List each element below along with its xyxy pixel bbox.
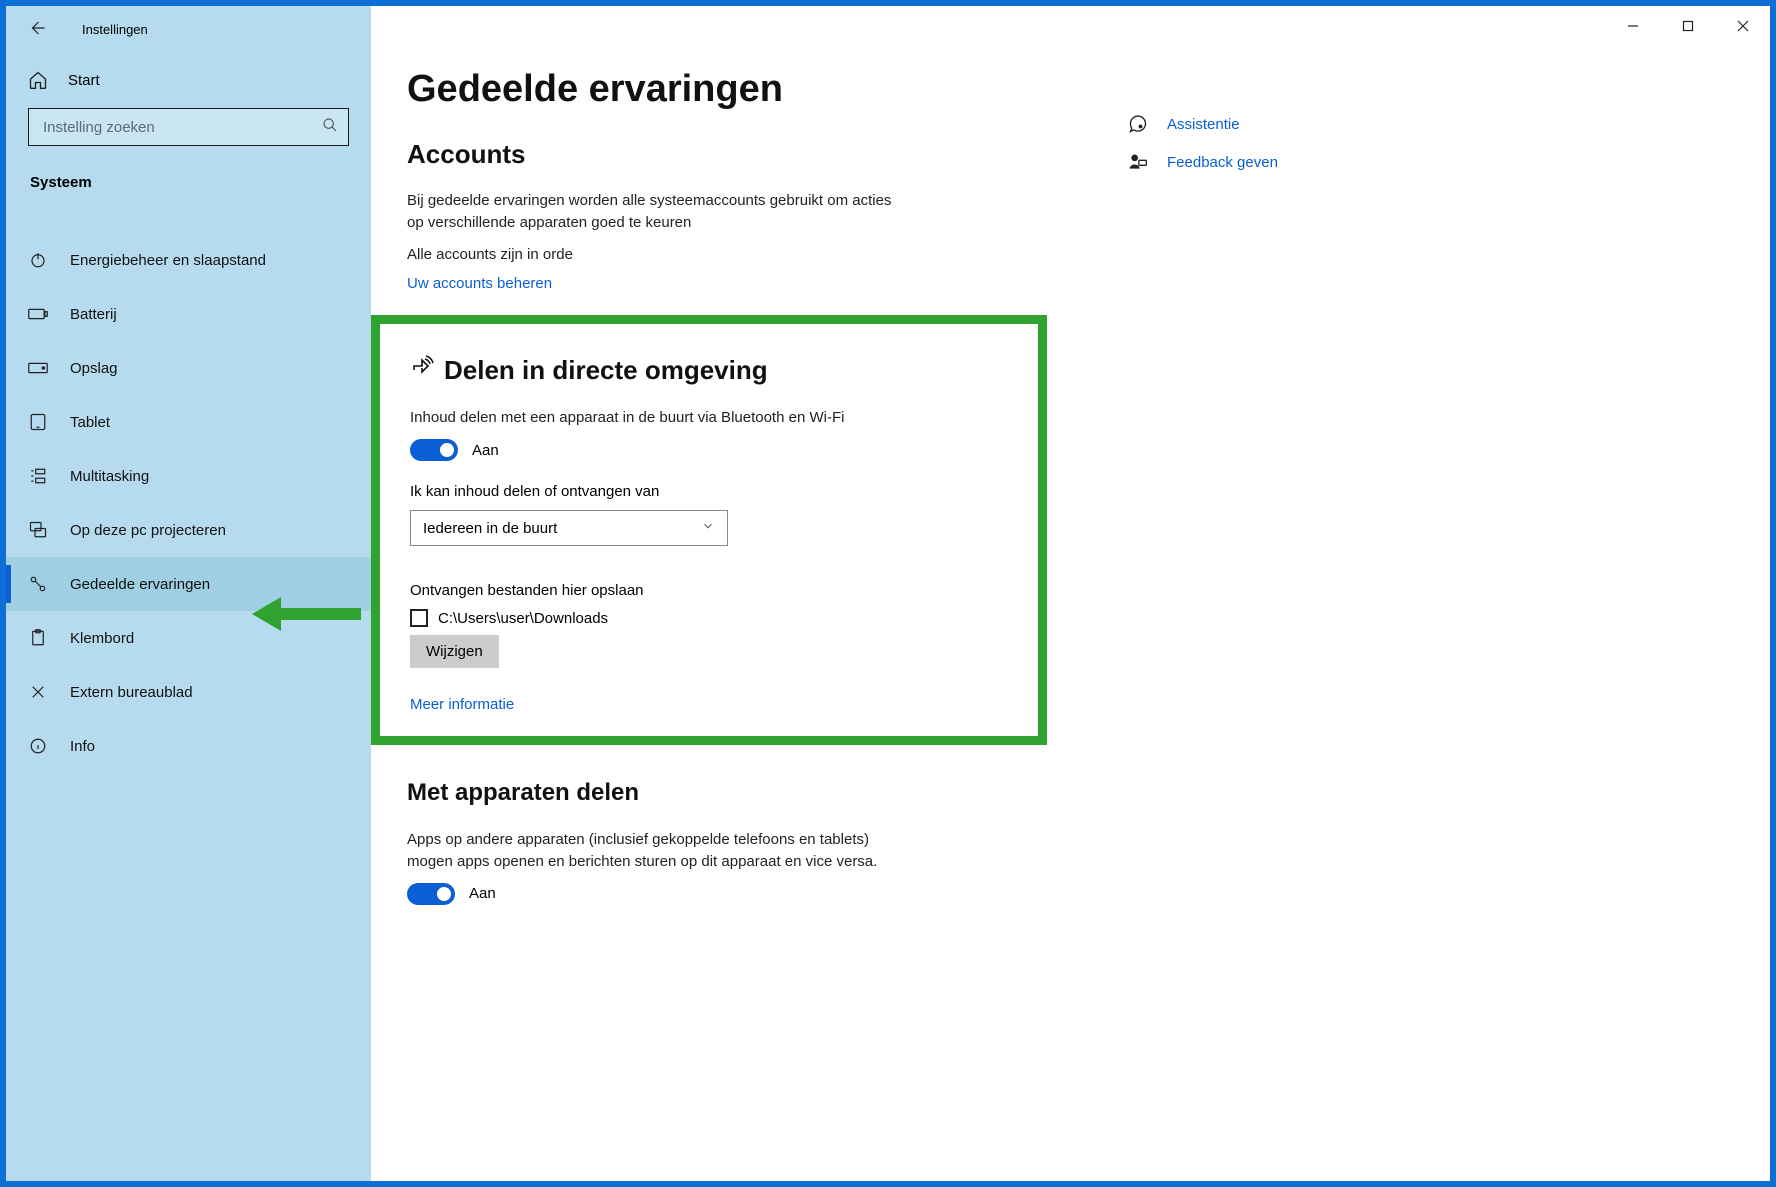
search-container	[6, 104, 371, 154]
across-heading: Met apparaten delen	[407, 779, 1027, 807]
sidebar-header: Instellingen	[6, 6, 371, 52]
nearby-heading-text: Delen in directe omgeving	[444, 355, 768, 386]
close-button[interactable]	[1715, 6, 1770, 46]
sidebar-item-label: Tablet	[70, 414, 110, 431]
sidebar-item-tablet[interactable]: Tablet	[6, 395, 371, 449]
sidebar-item-remote[interactable]: Extern bureaublad	[6, 665, 371, 719]
accounts-ok: Alle accounts zijn in orde	[407, 244, 907, 266]
sidebar-section-label: Systeem	[6, 154, 371, 201]
sidebar-home[interactable]: Start	[6, 52, 371, 104]
sidebar-item-label: Opslag	[70, 360, 118, 377]
titlebar-controls	[1605, 6, 1770, 46]
save-to-path: C:\Users\user\Downloads	[438, 610, 608, 627]
nearby-toggle-row: Aan	[410, 439, 1008, 461]
page-title: Gedeelde ervaringen	[407, 68, 1027, 111]
sidebar-item-shared[interactable]: Gedeelde ervaringen	[6, 557, 371, 611]
remote-icon	[28, 683, 48, 701]
clipboard-icon	[28, 629, 48, 647]
window-title: Instellingen	[82, 22, 148, 37]
across-toggle-state: Aan	[469, 885, 496, 902]
sidebar: Instellingen Start Systeem ⠀ E	[6, 6, 371, 1181]
share-from-label: Ik kan inhoud delen of ontvangen van	[410, 483, 1008, 500]
accounts-desc: Bij gedeelde ervaringen worden alle syst…	[407, 190, 907, 234]
help-column: Assistentie Feedback geven	[1127, 68, 1387, 190]
sidebar-item-label: Op deze pc projecteren	[70, 522, 226, 539]
sidebar-item-label: Extern bureaublad	[70, 684, 193, 701]
sidebar-item-label: Energiebeheer en slaapstand	[70, 252, 266, 269]
sidebar-item-label: Multitasking	[70, 468, 149, 485]
sidebar-item-multitasking[interactable]: Multitasking	[6, 449, 371, 503]
feedback-link[interactable]: Feedback geven	[1127, 152, 1387, 172]
nearby-sharing-panel: Delen in directe omgeving Inhoud delen m…	[371, 315, 1047, 745]
help-link[interactable]: Assistentie	[1127, 114, 1387, 134]
across-toggle-row: Aan	[407, 883, 1027, 905]
back-icon[interactable]	[28, 19, 46, 40]
sidebar-home-label: Start	[68, 72, 100, 89]
feedback-text: Feedback geven	[1167, 154, 1278, 171]
maximize-button[interactable]	[1660, 6, 1715, 46]
project-icon	[28, 521, 48, 539]
main-content: Gedeelde ervaringen Accounts Bij gedeeld…	[371, 6, 1770, 1181]
save-to-path-row: C:\Users\user\Downloads	[410, 609, 1008, 627]
nearby-toggle[interactable]	[410, 439, 458, 461]
sidebar-item-info[interactable]: Info	[6, 719, 371, 773]
nearby-heading: Delen in directe omgeving	[410, 354, 1008, 387]
battery-icon	[28, 307, 48, 321]
sidebar-item-label: Klembord	[70, 630, 134, 647]
across-desc: Apps op andere apparaten (inclusief geko…	[407, 829, 907, 873]
shared-icon	[28, 575, 48, 593]
sidebar-nav: ⠀ Energiebeheer en slaapstand Batterij O…	[6, 201, 371, 1181]
help-icon	[1127, 114, 1149, 134]
share-from-select[interactable]: Iedereen in de buurt	[410, 510, 728, 546]
sidebar-item-power[interactable]: Energiebeheer en slaapstand	[6, 233, 371, 287]
feedback-icon	[1127, 152, 1149, 172]
info-icon	[28, 737, 48, 755]
nearby-more-info-link[interactable]: Meer informatie	[410, 696, 514, 713]
multitask-icon	[28, 467, 48, 485]
nearby-desc: Inhoud delen met een apparaat in de buur…	[410, 407, 910, 429]
accounts-heading: Accounts	[407, 139, 1027, 170]
search-icon	[322, 117, 338, 138]
across-toggle[interactable]	[407, 883, 455, 905]
search-input[interactable]	[43, 119, 314, 136]
save-to-label: Ontvangen bestanden hier opslaan	[410, 582, 1008, 599]
chevron-down-icon	[701, 519, 715, 537]
sidebar-item-label: Batterij	[70, 306, 117, 323]
storage-icon	[28, 361, 48, 375]
power-icon	[28, 251, 48, 269]
change-path-button[interactable]: Wijzigen	[410, 635, 499, 668]
sidebar-item-clipboard[interactable]: Klembord	[6, 611, 371, 665]
minimize-button[interactable]	[1605, 6, 1660, 46]
sidebar-item-battery[interactable]: Batterij	[6, 287, 371, 341]
sidebar-item-truncated[interactable]: ⠀	[6, 201, 371, 233]
folder-icon	[410, 609, 428, 627]
sidebar-item-label: Gedeelde ervaringen	[70, 576, 210, 593]
manage-accounts-link[interactable]: Uw accounts beheren	[407, 275, 552, 292]
sidebar-item-project[interactable]: Op deze pc projecteren	[6, 503, 371, 557]
settings-window: Instellingen Start Systeem ⠀ E	[6, 6, 1770, 1181]
search-input-wrap[interactable]	[28, 108, 349, 146]
share-from-value: Iedereen in de buurt	[423, 520, 557, 537]
nearby-share-icon	[410, 354, 434, 387]
sidebar-item-label: Info	[70, 738, 95, 755]
home-icon	[28, 70, 48, 90]
nearby-toggle-state: Aan	[472, 442, 499, 459]
help-text: Assistentie	[1167, 116, 1240, 133]
tablet-icon	[28, 413, 48, 431]
sidebar-item-storage[interactable]: Opslag	[6, 341, 371, 395]
